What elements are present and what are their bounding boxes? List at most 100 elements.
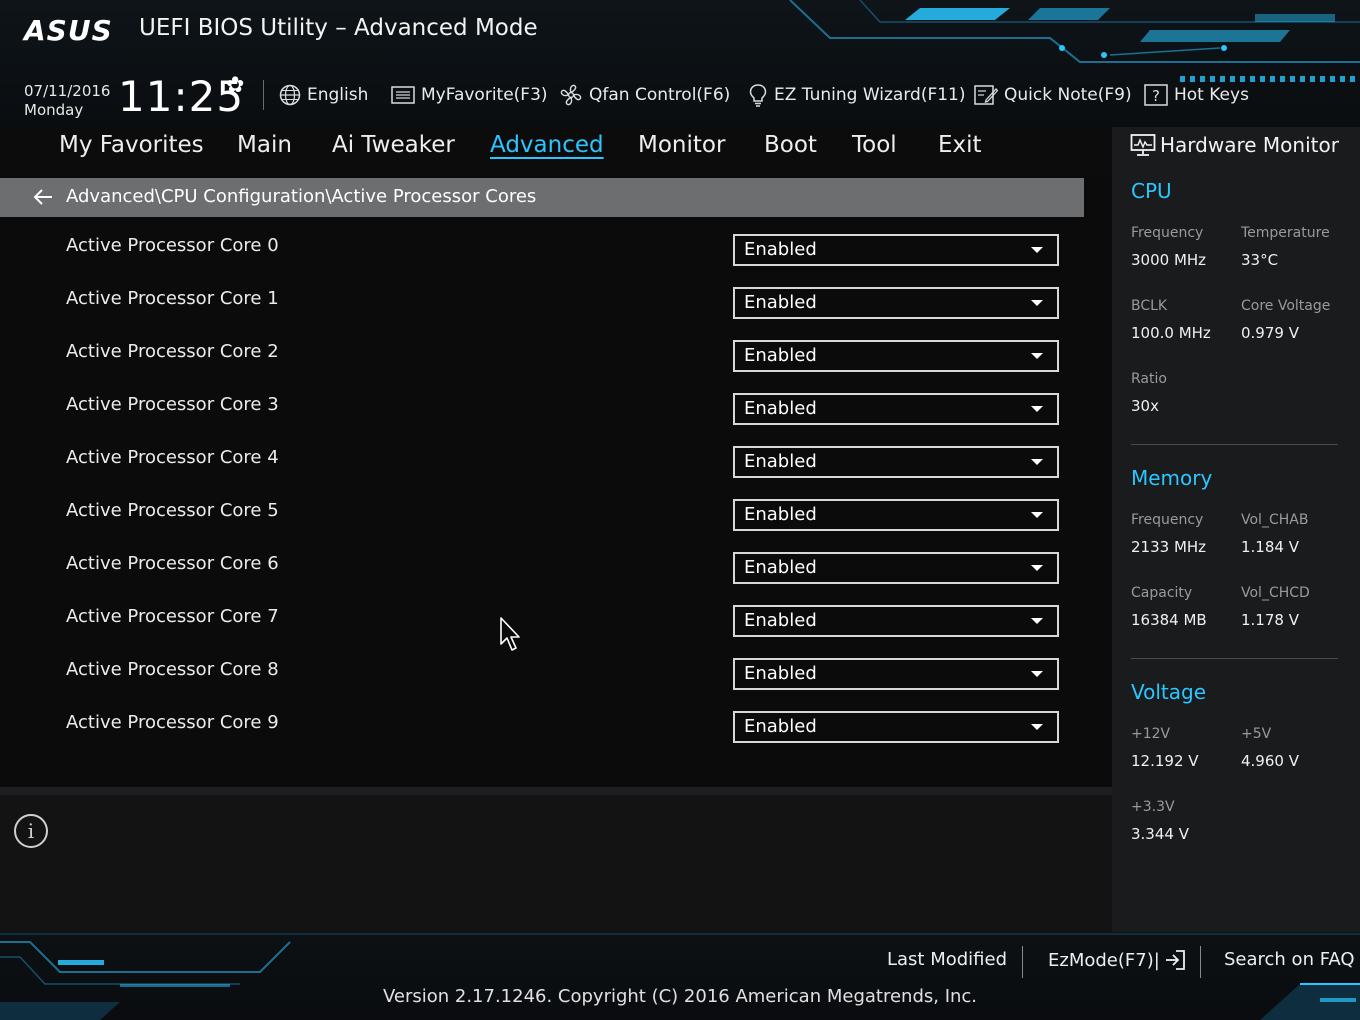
globe-icon	[279, 84, 301, 106]
dropdown-value: Enabled	[744, 504, 817, 525]
dropdown-value: Enabled	[744, 663, 817, 684]
setting-row: Active Processor Core 2 Enabled	[0, 323, 1112, 376]
last-modified-button[interactable]: Last Modified	[887, 949, 1007, 970]
dropdown-value: Enabled	[744, 292, 817, 313]
ez-tuning-label: EZ Tuning Wizard(F11)	[774, 85, 966, 105]
setting-label: Active Processor Core 6	[66, 553, 279, 574]
hot-keys-button[interactable]: ? Hot Keys	[1144, 82, 1249, 108]
quick-note-button[interactable]: Quick Note(F9)	[974, 82, 1132, 108]
core-5-dropdown[interactable]: Enabled	[733, 499, 1059, 531]
breadcrumb-path: Advanced\CPU Configuration\Active Proces…	[66, 186, 537, 207]
tab-exit[interactable]: Exit	[938, 132, 982, 158]
tab-main[interactable]: Main	[237, 132, 292, 158]
core-voltage-label: Core Voltage	[1241, 298, 1331, 314]
sidebar-gap	[1112, 127, 1120, 932]
dropdown-value: Enabled	[744, 239, 817, 260]
copyright-text: Version 2.17.1246. Copyright (C) 2016 Am…	[382, 986, 978, 1007]
ez-tuning-button[interactable]: EZ Tuning Wizard(F11)	[748, 82, 966, 108]
footer-bar: Last Modified EzMode(F7)| Search on FAQ …	[0, 932, 1360, 1020]
caret-down-icon	[1031, 671, 1043, 677]
date-text: 07/11/2016	[24, 82, 111, 100]
setting-label: Active Processor Core 1	[66, 288, 279, 309]
core-7-dropdown[interactable]: Enabled	[733, 605, 1059, 637]
qfan-label: Qfan Control(F6)	[589, 85, 731, 105]
section-divider	[1131, 658, 1338, 659]
memory-section-title: Memory	[1131, 466, 1213, 490]
ezmode-button[interactable]: EzMode(F7)|	[1048, 949, 1186, 971]
last-modified-label: Last Modified	[887, 949, 1008, 970]
core-9-dropdown[interactable]: Enabled	[733, 711, 1059, 743]
myfavorite-button[interactable]: MyFavorite(F3)	[391, 82, 548, 108]
v12-value: 12.192 V	[1131, 752, 1199, 770]
setting-label: Active Processor Core 5	[66, 500, 279, 521]
core-8-dropdown[interactable]: Enabled	[733, 658, 1059, 690]
main-nav: My Favorites Main Ai Tweaker Advanced Mo…	[0, 127, 1112, 178]
cpu-section-title: CPU	[1131, 179, 1172, 203]
dropdown-value: Enabled	[744, 451, 817, 472]
vol-chab-label: Vol_CHAB	[1241, 512, 1309, 528]
setting-label: Active Processor Core 3	[66, 394, 279, 415]
caret-down-icon	[1031, 512, 1043, 518]
dropdown-value: Enabled	[744, 716, 817, 737]
search-faq-button[interactable]: Search on FAQ	[1224, 949, 1355, 970]
language-button[interactable]: English	[279, 82, 368, 108]
v33-label: +3.3V	[1131, 799, 1175, 815]
info-icon: i	[14, 814, 48, 848]
dropdown-value: Enabled	[744, 610, 817, 631]
ezmode-label: EzMode(F7)|	[1048, 949, 1160, 971]
setting-row: Active Processor Core 8 Enabled	[0, 641, 1112, 694]
header-bar: ASUS UEFI BIOS Utility – Advanced Mode 0…	[0, 0, 1360, 127]
monitor-icon	[1130, 134, 1156, 156]
core-1-dropdown[interactable]: Enabled	[733, 287, 1059, 319]
qfan-button[interactable]: Qfan Control(F6)	[559, 82, 730, 108]
question-icon: ?	[1144, 84, 1168, 106]
caret-down-icon	[1031, 300, 1043, 306]
memory-frequency-label: Frequency	[1131, 512, 1204, 528]
hardware-monitor-label: Hardware Monitor	[1160, 133, 1339, 157]
vol-chcd-label: Vol_CHCD	[1241, 585, 1310, 601]
caret-down-icon	[1031, 406, 1043, 412]
core-6-dropdown[interactable]: Enabled	[733, 552, 1059, 584]
hardware-monitor-title: Hardware Monitor	[1130, 133, 1339, 157]
hardware-monitor-panel: Hardware Monitor CPU Frequency Temperatu…	[1120, 127, 1360, 932]
bclk-label: BCLK	[1131, 298, 1168, 314]
back-arrow-icon[interactable]	[32, 187, 54, 207]
fan-icon	[560, 84, 582, 106]
setting-label: Active Processor Core 0	[66, 235, 279, 256]
core-voltage-value: 0.979 V	[1241, 324, 1299, 342]
vol-chcd-value: 1.178 V	[1241, 611, 1299, 629]
tab-monitor[interactable]: Monitor	[638, 132, 725, 158]
core-4-dropdown[interactable]: Enabled	[733, 446, 1059, 478]
cpu-frequency-value: 3000 MHz	[1131, 251, 1207, 269]
setting-row: Active Processor Core 5 Enabled	[0, 482, 1112, 535]
footer-separator	[1022, 946, 1023, 978]
breadcrumb: Advanced\CPU Configuration\Active Proces…	[0, 178, 1084, 217]
capacity-label: Capacity	[1131, 585, 1193, 601]
date-display: 07/11/2016 Monday	[24, 82, 110, 120]
v5-value: 4.960 V	[1241, 752, 1299, 770]
tab-ai-tweaker[interactable]: Ai Tweaker	[332, 132, 455, 158]
setting-row: Active Processor Core 4 Enabled	[0, 429, 1112, 482]
tab-tool[interactable]: Tool	[852, 132, 897, 158]
dropdown-value: Enabled	[744, 345, 817, 366]
v33-value: 3.344 V	[1131, 825, 1189, 843]
exit-arrow-icon	[1165, 950, 1185, 970]
app-title: UEFI BIOS Utility – Advanced Mode	[139, 15, 538, 41]
hot-keys-label: Hot Keys	[1174, 85, 1249, 105]
tab-my-favorites[interactable]: My Favorites	[59, 132, 204, 158]
cpu-frequency-label: Frequency	[1131, 225, 1204, 241]
gear-icon[interactable]: ✿	[226, 73, 244, 98]
core-0-dropdown[interactable]: Enabled	[733, 234, 1059, 266]
core-3-dropdown[interactable]: Enabled	[733, 393, 1059, 425]
setting-row: Active Processor Core 3 Enabled	[0, 376, 1112, 429]
panel-divider	[0, 787, 1112, 795]
favorite-list-icon	[391, 86, 415, 104]
svg-text:?: ?	[1152, 87, 1160, 105]
tab-advanced[interactable]: Advanced	[490, 132, 604, 158]
core-2-dropdown[interactable]: Enabled	[733, 340, 1059, 372]
setting-row: Active Processor Core 0 Enabled	[0, 217, 1112, 270]
v12-label: +12V	[1131, 726, 1171, 742]
tab-boot[interactable]: Boot	[764, 132, 817, 158]
quick-note-label: Quick Note(F9)	[1004, 85, 1132, 105]
setting-label: Active Processor Core 8	[66, 659, 279, 680]
